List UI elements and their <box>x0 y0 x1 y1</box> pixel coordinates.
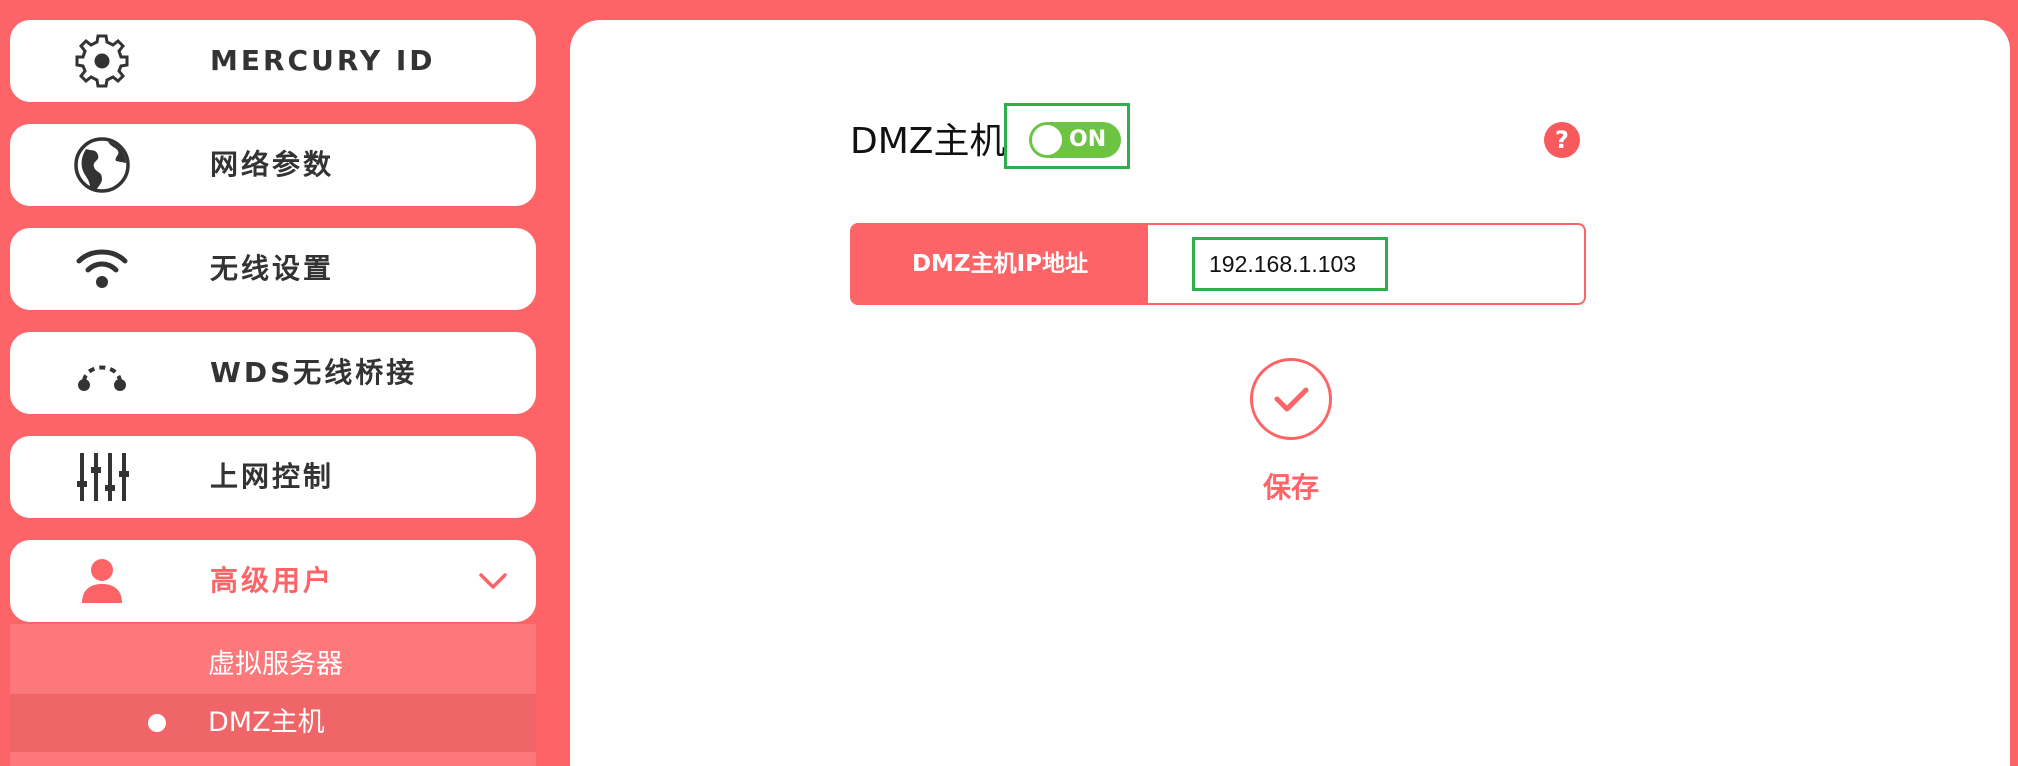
submenu-item-label: DMZ主机 <box>208 707 325 738</box>
advanced-user-submenu: 虚拟服务器 DMZ主机 <box>10 624 536 766</box>
sidebar-item-advanced-user[interactable]: 高级用户 <box>10 540 536 622</box>
ip-address-input[interactable] <box>1192 237 1388 291</box>
dmz-title: DMZ主机 <box>850 121 1006 162</box>
toggle-knob <box>1032 125 1062 155</box>
globe-icon <box>68 137 136 193</box>
ip-field-container <box>1148 225 1584 303</box>
sidebar-item-mercury-id[interactable]: MERCURY ID <box>10 20 536 102</box>
sidebar-item-network-params[interactable]: 网络参数 <box>10 124 536 206</box>
bridge-icon <box>68 349 136 397</box>
user-icon <box>68 557 136 605</box>
save-label: 保存 <box>1262 471 1319 504</box>
sidebar-item-access-control[interactable]: 上网控制 <box>10 436 536 518</box>
sidebar-item-wds-bridge[interactable]: WDS无线桥接 <box>10 332 536 414</box>
sidebar-item-label: 网络参数 <box>210 148 335 181</box>
gear-icon <box>68 34 136 88</box>
sidebar-item-label: MERCURY ID <box>210 44 436 77</box>
sidebar-item-label: 无线设置 <box>210 252 335 285</box>
sidebar-item-label: WDS无线桥接 <box>210 356 418 389</box>
sidebar-item-label: 高级用户 <box>210 564 335 597</box>
chevron-down-icon[interactable] <box>476 568 510 594</box>
help-icon[interactable]: ? <box>1544 122 1580 158</box>
toggle-highlight-box: ON <box>1004 103 1130 169</box>
submenu-item-dmz-host[interactable]: DMZ主机 <box>10 694 536 752</box>
submenu-item-label: 虚拟服务器 <box>208 649 343 680</box>
sliders-icon <box>68 453 136 501</box>
wifi-icon <box>68 245 136 293</box>
save-button[interactable]: 保存 <box>1248 356 1334 506</box>
sidebar-item-label: 上网控制 <box>210 460 335 493</box>
dmz-toggle[interactable]: ON <box>1029 122 1121 158</box>
toggle-text: ON <box>1069 127 1107 152</box>
ip-label: DMZ主机IP地址 <box>852 225 1148 303</box>
checkmark-circle-icon <box>1250 358 1332 440</box>
dmz-ip-row: DMZ主机IP地址 <box>850 223 1586 305</box>
sidebar-item-wireless-settings[interactable]: 无线设置 <box>10 228 536 310</box>
selected-bullet-icon <box>148 714 166 732</box>
submenu-item-virtual-server[interactable]: 虚拟服务器 <box>10 636 536 694</box>
main-panel: DMZ主机 ON ? DMZ主机IP地址 保存 <box>570 20 2010 766</box>
